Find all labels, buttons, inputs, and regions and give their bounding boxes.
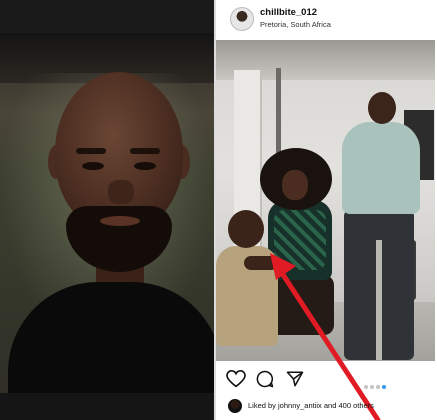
send-icon[interactable] <box>286 370 304 388</box>
post-actions <box>216 364 437 392</box>
carousel-indicator <box>364 376 388 394</box>
likes-count-text[interactable]: Liked by johnny_antiix and 400 others <box>248 401 374 410</box>
red-arrow-annotation <box>270 253 381 420</box>
likes-row: Liked by johnny_antiix and 400 others <box>216 396 437 420</box>
liker-avatar[interactable] <box>228 399 242 413</box>
comment-icon[interactable] <box>256 370 274 388</box>
heart-icon[interactable] <box>226 370 246 388</box>
